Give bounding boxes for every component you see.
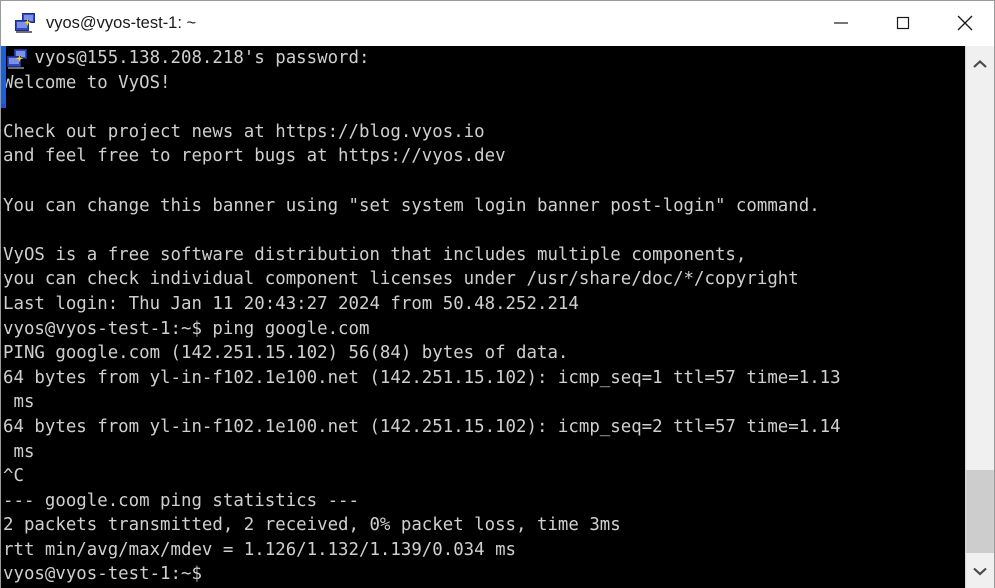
terminal-line: 2 packets transmitted, 2 received, 0% pa… [3, 515, 621, 536]
terminal-output-area[interactable]: vyos@155.138.208.218's password: Welcome … [1, 46, 967, 588]
terminal-line: PING google.com (142.251.15.102) 56(84) … [3, 343, 569, 364]
terminal-line: 64 bytes from yl-in-f102.1e100.net (142.… [3, 367, 841, 388]
scrollbar-thumb[interactable] [966, 470, 994, 554]
terminal-line: Welcome to VyOS! [3, 72, 171, 93]
terminal-line: rtt min/avg/max/mdev = 1.126/1.132/1.139… [3, 539, 517, 560]
scrollbar-down-button[interactable] [966, 553, 994, 588]
window-title: vyos@vyos-test-1: ~ [46, 13, 197, 32]
terminal-line: Check out project news at https://blog.v… [3, 121, 485, 142]
terminal-line: Last login: Thu Jan 11 20:43:27 2024 fro… [3, 293, 579, 314]
scrollbar-track[interactable] [966, 82, 994, 554]
terminal-text: vyos@155.138.208.218's password: Welcome … [1, 46, 967, 588]
minimize-button[interactable] [810, 1, 872, 45]
close-icon [957, 15, 973, 31]
chevron-up-icon [973, 60, 987, 68]
terminal-line: You can change this banner using "set sy… [3, 195, 820, 216]
putty-app-icon [15, 13, 37, 33]
minimize-icon [834, 22, 848, 24]
titlebar-left: vyos@vyos-test-1: ~ [1, 1, 196, 45]
terminal-scrollbar[interactable] [965, 46, 994, 588]
putty-terminal-window: vyos@vyos-test-1: ~ vyos@155.138.208.218… [0, 0, 995, 588]
maximize-icon [896, 16, 910, 30]
terminal-line: ms [3, 441, 35, 462]
terminal-line: vyos@155.138.208.218's password: [3, 48, 370, 68]
window-titlebar[interactable]: vyos@vyos-test-1: ~ [1, 1, 994, 45]
chevron-down-icon [973, 567, 987, 576]
maximize-button[interactable] [872, 1, 934, 45]
window-edge-artifact [1, 46, 6, 108]
terminal-line: --- google.com ping statistics --- [3, 490, 359, 511]
terminal-line: vyos@vyos-test-1:~$ [3, 564, 202, 585]
terminal-line: you can check individual component licen… [3, 269, 799, 290]
terminal-line: ^C [3, 466, 24, 487]
terminal-line: and feel free to report bugs at https://… [3, 146, 506, 167]
window-controls [810, 1, 994, 45]
terminal-line: 64 bytes from yl-in-f102.1e100.net (142.… [3, 416, 841, 437]
terminal-line: ms [3, 392, 35, 413]
putty-drag-icon-artifact [7, 49, 29, 69]
terminal-line: vyos@vyos-test-1:~$ ping google.com [3, 318, 370, 339]
close-button[interactable] [934, 1, 994, 45]
terminal-line: VyOS is a free software distribution tha… [3, 244, 747, 265]
scrollbar-up-button[interactable] [966, 46, 994, 82]
